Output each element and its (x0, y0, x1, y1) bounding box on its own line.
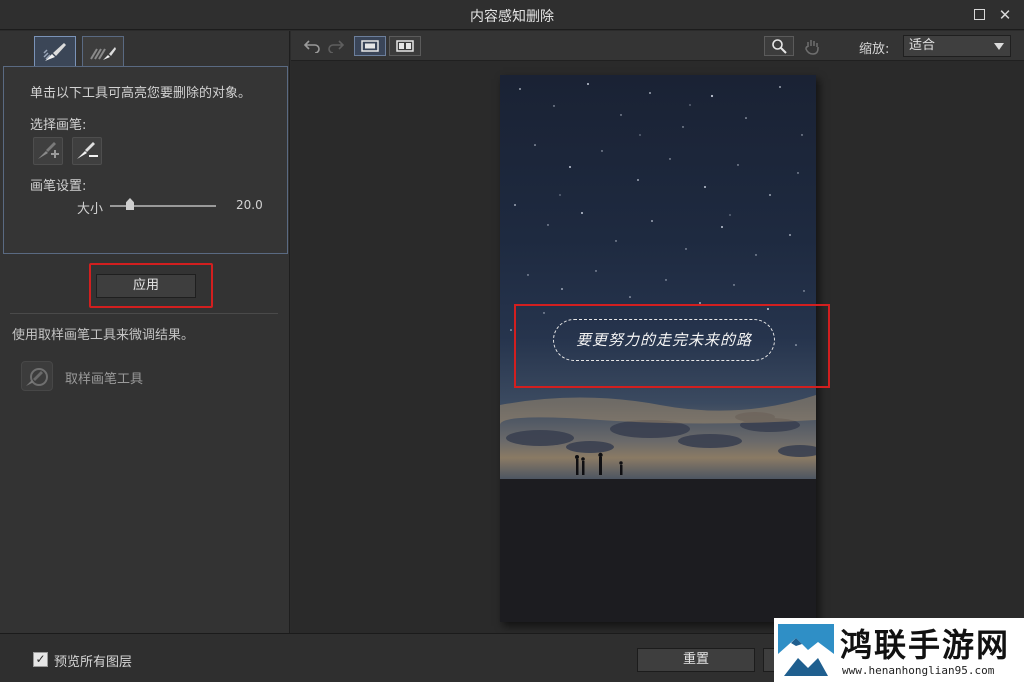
add-brush-button[interactable] (33, 137, 63, 165)
site-watermark: 鸿联手游网 www.henanhonglian95.com (774, 618, 1024, 682)
site-url: www.henanhonglian95.com (842, 664, 995, 677)
preview-all-layers-label: 预览所有图层 (54, 655, 133, 670)
zoom-value: 适合 (909, 38, 936, 53)
size-slider-track[interactable] (110, 205, 216, 207)
zoom-label: 缩放: (859, 42, 890, 57)
main-toolbar: 缩放: 适合 (291, 31, 1024, 61)
split-view-button[interactable] (389, 36, 421, 56)
zoom-tool-button[interactable] (764, 36, 794, 56)
apply-highlight-box (89, 263, 213, 308)
close-button[interactable]: ✕ (996, 6, 1014, 24)
brush-add-icon (38, 142, 59, 159)
hand-icon (805, 39, 819, 55)
window-title: 内容感知删除 (470, 9, 554, 25)
site-name: 鸿联手游网 (840, 626, 1011, 664)
brush-highlight-icon (43, 42, 66, 61)
sample-brush-button[interactable] (21, 361, 53, 391)
title-bar: 内容感知删除 ✕ (0, 0, 1024, 30)
undo-icon (303, 40, 320, 53)
preview-all-layers-checkbox[interactable]: ✓ (33, 652, 48, 667)
close-icon: ✕ (998, 6, 1012, 24)
erase-brush-button[interactable] (72, 137, 102, 165)
redo-button[interactable] (325, 35, 347, 57)
maximize-icon (973, 8, 985, 20)
tab-protect-brush[interactable] (82, 36, 124, 66)
size-value: 20.0 (236, 198, 263, 212)
brush-erase-icon (77, 142, 98, 159)
site-logo (778, 624, 834, 676)
magnifier-icon (772, 39, 787, 54)
chevron-down-icon (994, 43, 1004, 50)
single-view-button[interactable] (354, 36, 386, 56)
maximize-button[interactable] (970, 6, 988, 24)
left-panel: 单击以下工具可高亮您要删除的对象。 选择画笔: 画笔设置: 大小 20.0 应用… (0, 31, 290, 633)
sample-brush-label: 取样画笔工具 (65, 372, 144, 387)
size-label: 大小 (77, 202, 104, 217)
text-highlight-box (514, 304, 830, 388)
split-view-icon (396, 40, 414, 52)
brush-settings-label: 画笔设置: (30, 179, 87, 194)
redo-icon (328, 40, 345, 53)
undo-button[interactable] (301, 35, 323, 57)
instruction-text: 单击以下工具可高亮您要删除的对象。 (30, 86, 252, 101)
divider (10, 313, 278, 314)
tab-object-brush[interactable] (34, 36, 76, 66)
select-brush-label: 选择画笔: (30, 118, 87, 133)
fine-tune-hint: 使用取样画笔工具来微调结果。 (12, 328, 195, 343)
brush-stripes-icon (90, 46, 116, 60)
sample-brush-icon (26, 368, 48, 386)
zoom-select[interactable]: 适合 (903, 35, 1011, 57)
pan-tool-button[interactable] (799, 35, 825, 57)
single-view-icon (361, 40, 379, 52)
reset-button[interactable]: 重置 (637, 648, 755, 672)
